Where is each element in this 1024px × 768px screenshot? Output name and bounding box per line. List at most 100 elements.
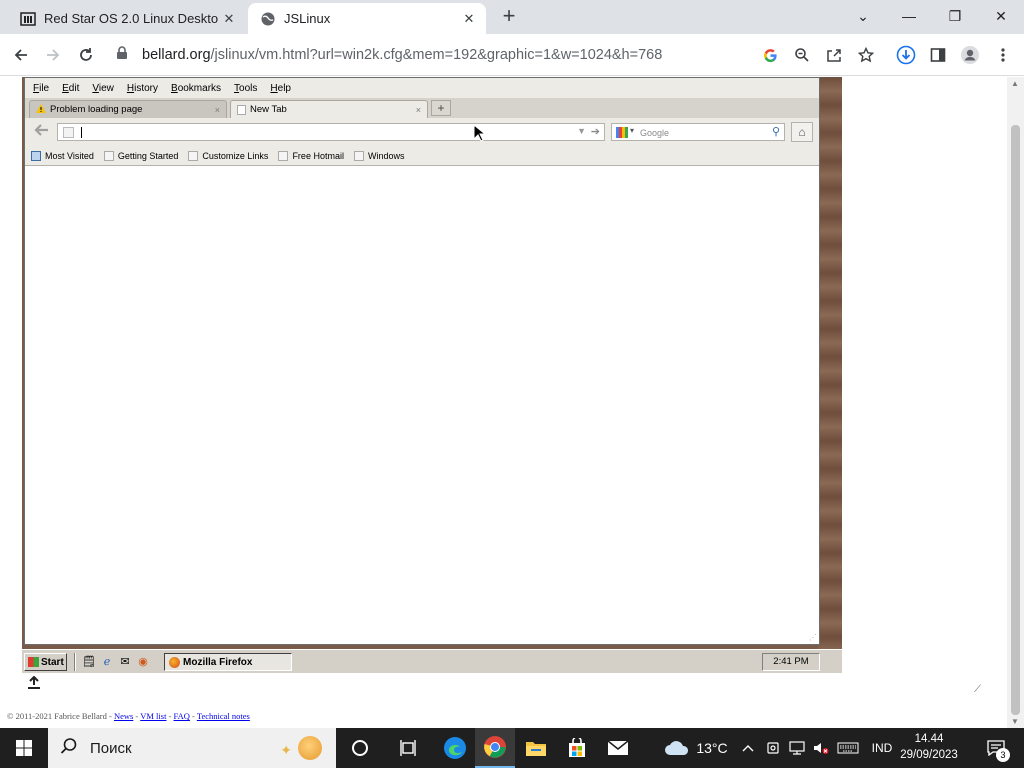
new-tab-button[interactable]: + [497, 5, 521, 29]
chrome-browser-icon[interactable] [475, 728, 515, 768]
firefox-url-input[interactable]: ▼ ➔ [57, 123, 605, 141]
google-icon[interactable] [757, 42, 783, 68]
bookmark-getting-started[interactable]: Getting Started [103, 150, 178, 161]
close-icon[interactable]: × [215, 105, 220, 115]
link-technical-notes[interactable]: Technical notes [197, 711, 250, 721]
dropdown-arrow-icon[interactable]: ▼ [577, 126, 586, 136]
firefox-window: File Edit View History Bookmarks Tools H… [24, 77, 820, 645]
back-arrow-icon[interactable] [33, 123, 53, 141]
resize-handle-icon[interactable]: ⟋ [974, 684, 981, 695]
close-icon[interactable]: ✕ [458, 11, 480, 27]
task-view-icon[interactable] [388, 728, 428, 768]
home-icon[interactable]: ⌂ [791, 122, 813, 142]
taskbar-search-box[interactable]: Поиск ✦ [48, 728, 336, 768]
bookmark-star-icon[interactable] [853, 42, 879, 68]
bookmark-most-visited[interactable]: Most Visited [31, 150, 94, 161]
input-language[interactable]: IND [866, 728, 898, 768]
close-icon[interactable]: × [416, 105, 421, 115]
page-icon [278, 150, 289, 161]
firefox-search-box[interactable]: ▾ Google ⚲ [611, 123, 785, 141]
file-explorer-icon[interactable] [516, 728, 556, 768]
window-close-button[interactable]: ✕ [978, 0, 1024, 32]
internet-explorer-icon[interactable]: ℯ [100, 655, 114, 669]
lock-icon[interactable] [116, 46, 134, 64]
url-domain: bellard.org [142, 47, 211, 63]
notifications-icon[interactable]: 3 [976, 728, 1016, 768]
bookmark-customize-links[interactable]: Customize Links [188, 150, 269, 161]
web-page: File Edit View History Bookmarks Tools H… [0, 77, 1024, 728]
weather-temperature[interactable]: 13°C [694, 728, 730, 768]
volume-muted-icon[interactable] [810, 728, 832, 768]
download-icon[interactable] [893, 42, 919, 68]
zoom-icon[interactable] [789, 42, 815, 68]
mail-icon[interactable] [598, 728, 638, 768]
page-icon [103, 150, 114, 161]
weather-cloud-icon[interactable] [660, 728, 694, 768]
menu-edit[interactable]: Edit [62, 83, 79, 94]
windows-start-icon[interactable] [0, 728, 48, 768]
link-vm-list[interactable]: VM list [140, 711, 166, 721]
go-arrow-icon[interactable]: ➔ [591, 125, 600, 138]
outlook-express-icon[interactable]: ✉ [118, 655, 132, 669]
chevron-up-icon[interactable] [738, 728, 758, 768]
firefox-menubar: File Edit View History Bookmarks Tools H… [25, 78, 819, 98]
url-path: /jslinux/vm.html?url=win2k.cfg&mem=192&g… [210, 47, 663, 63]
scroll-down-icon[interactable]: ▼ [1011, 717, 1019, 726]
menu-view[interactable]: View [92, 83, 114, 94]
firefox-content-area[interactable]: ⋰ [25, 166, 819, 644]
restore-button[interactable]: ❐ [932, 0, 978, 32]
cortana-icon[interactable] [340, 728, 380, 768]
system-clock[interactable]: 14.44 29/09/2023 [900, 731, 958, 763]
new-tab-button[interactable]: + [431, 100, 451, 116]
bookmark-label: Most Visited [45, 150, 94, 161]
menu-bookmarks[interactable]: Bookmarks [171, 83, 221, 94]
bookmark-windows[interactable]: Windows [353, 150, 404, 161]
menu-help[interactable]: Help [270, 83, 291, 94]
museum-icon [20, 11, 36, 27]
page-footer: © 2011-2021 Fabrice Bellard - News - VM … [7, 711, 250, 721]
taskbar-item-firefox[interactable]: Mozilla Firefox [164, 653, 292, 671]
edge-browser-icon[interactable] [435, 728, 475, 768]
menu-file[interactable]: File [33, 83, 49, 94]
keyboard-icon[interactable] [834, 728, 862, 768]
link-news[interactable]: News [114, 711, 133, 721]
vm-screen[interactable]: File Edit View History Bookmarks Tools H… [22, 77, 842, 673]
menu-history[interactable]: History [127, 83, 158, 94]
bookmark-label: Customize Links [202, 150, 269, 161]
firefox-icon[interactable]: ◉ [136, 655, 150, 669]
close-icon[interactable]: ✕ [218, 11, 240, 27]
text-caret [81, 127, 82, 138]
share-icon[interactable] [821, 42, 847, 68]
network-icon[interactable] [786, 728, 808, 768]
profile-avatar-icon[interactable] [957, 42, 983, 68]
more-menu-icon[interactable] [990, 42, 1016, 68]
upload-icon[interactable] [26, 675, 42, 692]
back-arrow-icon[interactable] [8, 42, 34, 68]
tab-problem-loading[interactable]: Problem loading page × [29, 100, 227, 118]
start-button[interactable]: Start [24, 653, 67, 671]
scroll-up-icon[interactable]: ▲ [1011, 79, 1019, 88]
system-clock[interactable]: 2:41 PM [762, 653, 820, 671]
chevron-down-icon[interactable]: ▾ [630, 126, 634, 135]
show-desktop-icon[interactable]: 🗒 [82, 655, 96, 669]
minimize-button[interactable]: — [886, 0, 932, 32]
clock-date: 29/09/2023 [900, 749, 958, 761]
search-icon[interactable]: ⚲ [772, 125, 780, 138]
forward-arrow-icon[interactable] [40, 42, 66, 68]
bookmark-free-hotmail[interactable]: Free Hotmail [278, 150, 344, 161]
resize-grip-icon[interactable]: ⋰ [809, 633, 817, 642]
bookmarks-toolbar: Most Visited Getting Started Customize L… [25, 146, 819, 166]
microsoft-store-icon[interactable] [557, 728, 597, 768]
tab-search-button[interactable]: ⌄ [840, 0, 886, 32]
tab-jslinux[interactable]: JSLinux ✕ [248, 3, 486, 34]
camera-icon[interactable] [762, 728, 784, 768]
menu-tools[interactable]: Tools [234, 83, 257, 94]
link-faq[interactable]: FAQ [174, 711, 190, 721]
windows-flag-icon [28, 657, 39, 667]
scrollbar-thumb[interactable] [1011, 125, 1020, 715]
tab-new-tab[interactable]: New Tab × [230, 100, 428, 118]
reload-icon[interactable] [73, 42, 99, 68]
side-panel-icon[interactable] [925, 42, 951, 68]
page-scrollbar[interactable]: ▲ ▼ [1007, 77, 1024, 728]
tab-red-star-os[interactable]: Red Star OS 2.0 Linux Desktop : ✕ [8, 3, 246, 34]
